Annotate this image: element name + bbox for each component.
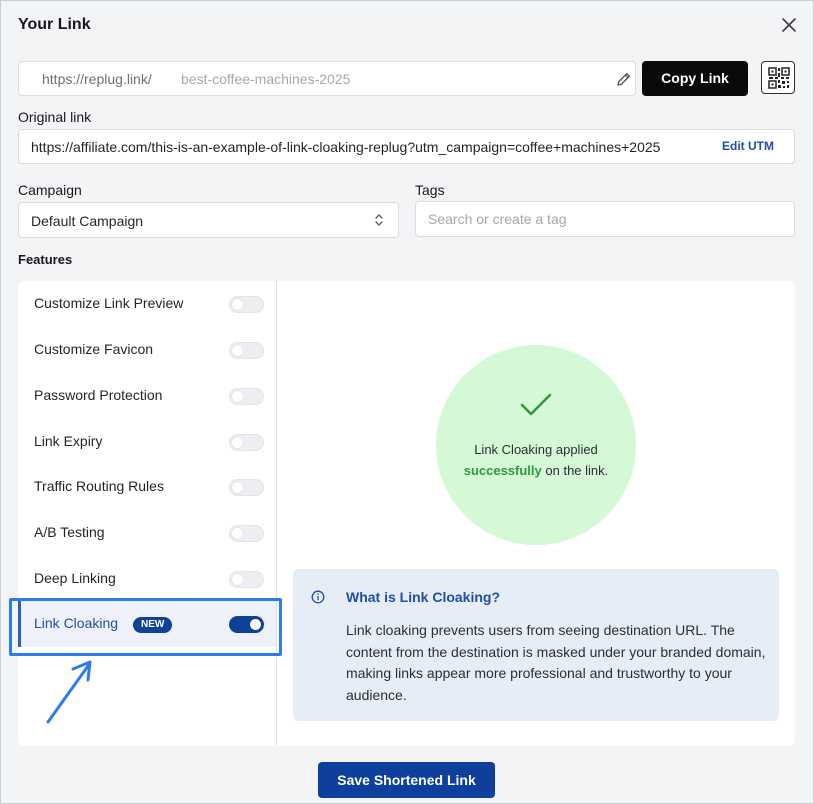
new-badge: NEW	[133, 617, 173, 633]
toggle-switch[interactable]	[229, 296, 264, 313]
feature-label: Traffic Routing Rules	[34, 478, 164, 494]
qr-code-icon	[768, 67, 790, 89]
toggle-switch[interactable]	[229, 571, 264, 588]
toggle-knob	[250, 619, 261, 630]
campaign-select[interactable]: Default Campaign	[18, 202, 399, 238]
panel-divider	[276, 281, 277, 746]
copy-link-button[interactable]: Copy Link	[642, 61, 748, 96]
toggle-switch[interactable]	[229, 342, 264, 359]
toggle-knob	[232, 345, 243, 356]
toggle-knob	[232, 437, 243, 448]
campaign-label: Campaign	[18, 182, 82, 198]
link-domain: https://replug.link/	[42, 71, 152, 87]
tags-placeholder: Search or create a tag	[428, 211, 567, 227]
features-label: Features	[18, 252, 73, 267]
feature-traffic-routing-rules[interactable]: Traffic Routing Rules	[18, 464, 276, 510]
chevron-up-down-icon	[375, 214, 383, 226]
feature-customize-link-preview[interactable]: Customize Link Preview	[18, 281, 276, 327]
feature-deep-linking[interactable]: Deep Linking	[18, 556, 276, 602]
feature-label: A/B Testing	[34, 524, 105, 540]
info-body: Link cloaking prevents users from seeing…	[346, 622, 766, 703]
link-slug[interactable]: best-coffee-machines-2025	[181, 71, 350, 87]
campaign-value: Default Campaign	[31, 213, 144, 229]
feature-label: Link Expiry	[34, 433, 103, 449]
toggle-knob	[232, 574, 243, 585]
toggle-switch[interactable]	[229, 525, 264, 542]
feature-label: Password Protection	[34, 387, 163, 403]
qr-code-button[interactable]	[761, 61, 795, 94]
original-link-value[interactable]: https://affiliate.com/this-is-an-example…	[31, 139, 717, 155]
info-icon	[311, 590, 325, 604]
edit-utm-link[interactable]: Edit UTM	[722, 139, 774, 153]
toggle-knob	[232, 391, 243, 402]
feature-label: Deep Linking	[34, 570, 116, 586]
success-text-before: Link Cloaking applied	[474, 442, 598, 457]
toggle-switch[interactable]	[229, 616, 264, 633]
checkmark-icon	[520, 393, 552, 416]
toggle-switch[interactable]	[229, 434, 264, 451]
toggle-knob	[232, 299, 243, 310]
arrow-icon	[46, 660, 92, 724]
toggle-knob	[232, 482, 243, 493]
toggle-switch[interactable]	[229, 479, 264, 496]
feature-ab-testing[interactable]: A/B Testing	[18, 510, 276, 556]
original-link-label: Original link	[18, 109, 92, 125]
info-box: What is Link Cloaking? Link cloaking pre…	[293, 569, 779, 721]
toggle-knob	[232, 528, 243, 539]
success-text-after: on the link.	[545, 463, 609, 478]
tags-label: Tags	[415, 182, 445, 198]
feature-label: Customize Favicon	[34, 341, 154, 357]
feature-label: Link Cloaking	[34, 615, 119, 631]
pencil-icon[interactable]	[615, 70, 633, 88]
success-circle: Link Cloaking applied successfully on th…	[436, 345, 636, 545]
feature-label: Customize Link Preview	[34, 295, 184, 311]
tags-input[interactable]: Search or create a tag	[415, 201, 795, 237]
dialog-title: Your Link	[18, 16, 91, 33]
close-icon[interactable]	[779, 15, 799, 35]
short-link-field[interactable]: https://replug.link/ best-coffee-machine…	[18, 61, 636, 96]
success-highlight: successfully	[463, 463, 542, 478]
original-link-field[interactable]: https://affiliate.com/this-is-an-example…	[18, 129, 795, 164]
feature-link-expiry[interactable]: Link Expiry	[18, 419, 276, 465]
toggle-switch[interactable]	[229, 388, 264, 405]
feature-password-protection[interactable]: Password Protection	[18, 373, 276, 419]
feature-link-cloaking[interactable]: Link Cloaking NEW	[18, 601, 276, 647]
active-indicator	[18, 601, 21, 647]
your-link-dialog: Your Link https://replug.link/ best-coff…	[0, 0, 814, 804]
success-message: Link Cloaking applied successfully on th…	[456, 439, 616, 481]
feature-customize-favicon[interactable]: Customize Favicon	[18, 327, 276, 373]
save-shortened-link-button[interactable]: Save Shortened Link	[318, 762, 495, 798]
info-title: What is Link Cloaking?	[346, 589, 501, 605]
